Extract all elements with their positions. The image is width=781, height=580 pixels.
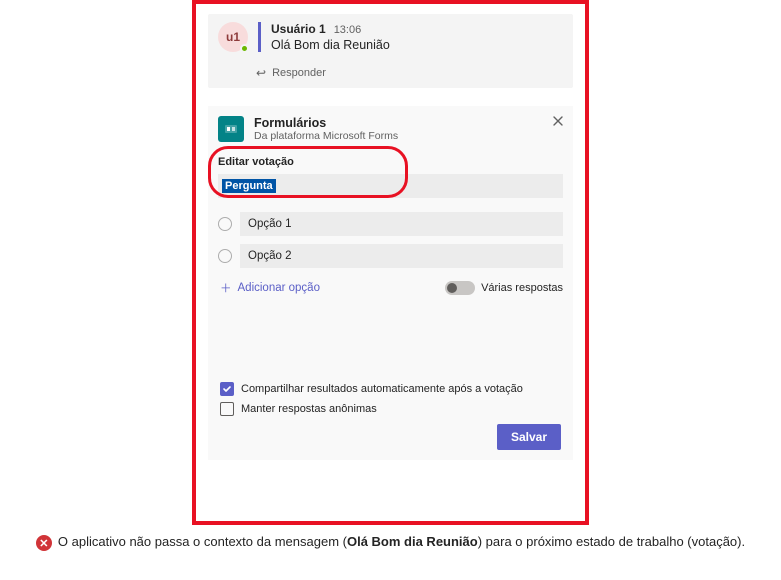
message-user: Usuário 1 — [271, 22, 326, 36]
message-body: Olá Bom dia Reunião — [271, 38, 563, 52]
screenshot-frame: u1 Usuário 1 13:06 Olá Bom dia Reunião ↩… — [192, 0, 589, 525]
multi-answer-toggle[interactable] — [445, 281, 475, 295]
share-results-checkbox[interactable]: Compartilhar resultados automaticamente … — [220, 382, 561, 396]
checkbox-checked-icon — [220, 382, 234, 396]
presence-indicator — [240, 44, 249, 53]
radio-icon[interactable] — [218, 249, 232, 263]
caption: ✕ O aplicativo não passa o contexto da m… — [0, 533, 781, 552]
plus-icon: ＋ — [220, 280, 232, 296]
forms-app-icon — [218, 116, 244, 142]
message-card: u1 Usuário 1 13:06 Olá Bom dia Reunião ↩… — [208, 14, 573, 88]
poll-question-selected-text: Pergunta — [222, 179, 276, 193]
radio-icon[interactable] — [218, 217, 232, 231]
save-button[interactable]: Salvar — [497, 424, 561, 450]
close-icon[interactable] — [549, 112, 567, 130]
checkbox-unchecked-icon — [220, 402, 234, 416]
poll-heading: Editar votação — [218, 156, 563, 168]
reply-icon: ↩ — [256, 66, 266, 80]
add-option-button[interactable]: ＋ Adicionar opção — [220, 280, 320, 296]
forms-title: Formulários — [254, 116, 398, 130]
poll-question-input[interactable]: Pergunta — [218, 174, 563, 198]
avatar: u1 — [218, 22, 248, 52]
forms-panel: Formulários Da plataforma Microsoft Form… — [208, 106, 573, 460]
reply-button[interactable]: ↩ Responder — [208, 60, 573, 88]
caption-text: O aplicativo não passa o contexto da men… — [58, 533, 745, 552]
error-icon: ✕ — [36, 535, 52, 551]
add-option-label: Adicionar opção — [238, 282, 320, 294]
poll-option-row: Opção 2 — [218, 244, 563, 268]
multi-answer-label: Várias respostas — [481, 282, 563, 294]
poll-option-input[interactable]: Opção 2 — [240, 244, 563, 268]
poll-option-row: Opção 1 — [218, 212, 563, 236]
reply-label: Responder — [272, 67, 326, 79]
anonymous-label: Manter respostas anônimas — [241, 403, 377, 415]
anonymous-checkbox[interactable]: Manter respostas anônimas — [220, 402, 561, 416]
poll-option-input[interactable]: Opção 1 — [240, 212, 563, 236]
forms-subtitle: Da plataforma Microsoft Forms — [254, 130, 398, 142]
message-time: 13:06 — [334, 24, 362, 36]
share-results-label: Compartilhar resultados automaticamente … — [241, 383, 523, 395]
